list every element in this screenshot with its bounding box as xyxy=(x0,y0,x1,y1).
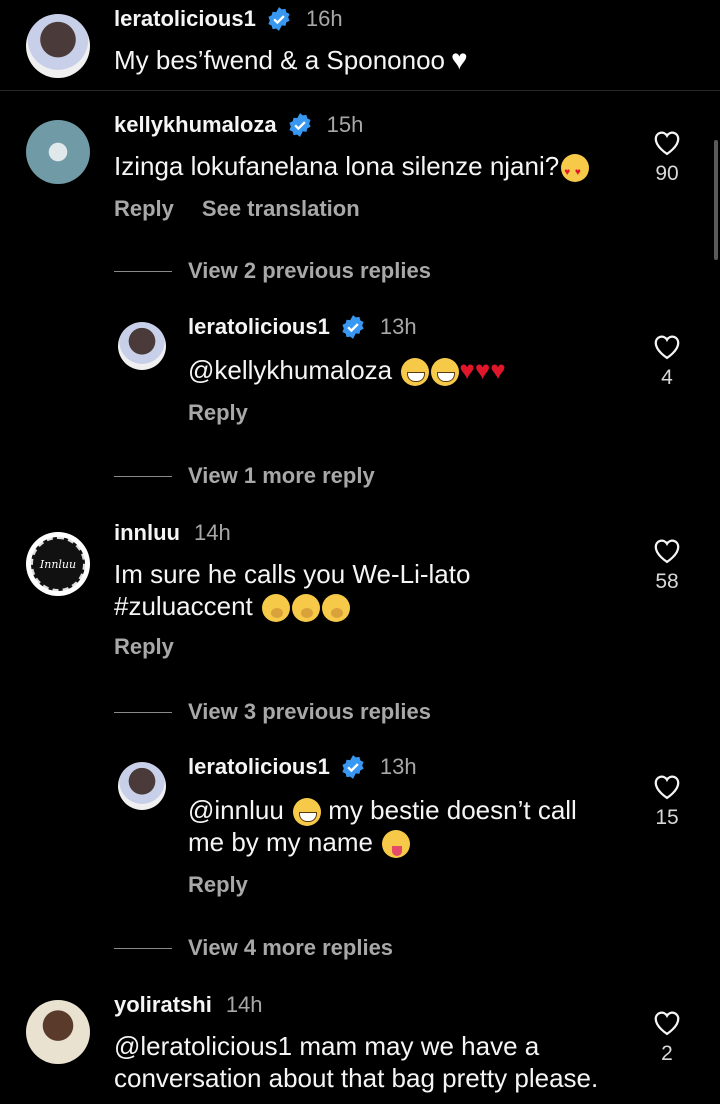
verified-badge-icon xyxy=(289,113,311,137)
avatar[interactable] xyxy=(26,1000,90,1064)
heart-outline-icon xyxy=(654,775,680,800)
comment-text-line1: my bestie doesn’t call xyxy=(328,795,577,825)
avatar[interactable] xyxy=(118,762,166,810)
divider-line xyxy=(114,270,172,272)
username[interactable]: leratolicious1 xyxy=(188,754,330,780)
reply-button[interactable]: Reply xyxy=(114,634,174,660)
yawning-emoji xyxy=(262,594,290,623)
username[interactable]: leratolicious1 xyxy=(188,314,330,340)
winking-tongue-emoji xyxy=(382,830,411,859)
timestamp: 13h xyxy=(379,314,417,339)
like-count: 58 xyxy=(655,570,679,593)
reply-button[interactable]: Reply xyxy=(188,400,248,426)
timestamp: 14h xyxy=(225,992,263,1017)
heart-outline-icon xyxy=(654,1011,680,1036)
like-count: 90 xyxy=(655,162,679,185)
view-replies-label[interactable]: View 3 previous replies xyxy=(188,699,431,725)
mention-link[interactable]: @innluu xyxy=(188,795,284,825)
heart-eyes-emoji xyxy=(561,154,590,189)
laughing-emoji xyxy=(293,798,322,827)
timestamp: 16h xyxy=(305,6,343,31)
white-heart-emoji: ♥ xyxy=(451,44,468,75)
like-button[interactable]: 90 xyxy=(637,128,697,186)
username[interactable]: yoliratshi xyxy=(114,992,212,1018)
mention-link[interactable]: @kellykhumaloza xyxy=(188,355,392,385)
laughing-emoji xyxy=(401,358,430,387)
avatar[interactable]: Innluu xyxy=(26,532,90,596)
reply-button[interactable]: Reply xyxy=(114,196,174,222)
like-button[interactable]: 4 xyxy=(637,332,697,390)
comment-text: Izinga lokufanelana lona silenze njani? xyxy=(114,151,560,181)
verified-badge-icon xyxy=(342,315,364,339)
avatar-logo: Innluu xyxy=(31,537,85,591)
reply-button[interactable]: Reply xyxy=(188,872,248,898)
like-button[interactable]: 58 xyxy=(637,536,697,594)
view-previous-replies[interactable]: View 2 previous replies xyxy=(114,258,431,284)
view-previous-replies[interactable]: View 3 previous replies xyxy=(114,699,431,725)
like-button[interactable]: 2 xyxy=(637,1008,697,1066)
timestamp: 13h xyxy=(379,754,417,779)
heart-outline-icon xyxy=(654,131,680,156)
red-heart-emoji: ♥ xyxy=(474,355,491,385)
divider-line xyxy=(114,947,172,949)
timestamp: 14h xyxy=(193,520,231,545)
red-heart-emoji: ♥ xyxy=(459,355,475,385)
comment-text-line1: Im sure he calls you We-Li-lato xyxy=(114,559,471,589)
like-count: 2 xyxy=(661,1042,673,1065)
scrollbar[interactable] xyxy=(714,140,718,260)
avatar-logo-text: Innluu xyxy=(39,557,77,571)
heart-outline-icon xyxy=(654,335,680,360)
like-count: 15 xyxy=(655,806,679,829)
heart-outline-icon xyxy=(654,539,680,564)
view-more-replies[interactable]: View 1 more reply xyxy=(114,463,375,489)
like-button[interactable]: 15 xyxy=(637,772,697,830)
avatar[interactable] xyxy=(26,14,90,78)
comment-text-line2: me by my name xyxy=(188,827,373,858)
like-count: 4 xyxy=(661,366,673,389)
see-translation-button[interactable]: See translation xyxy=(202,196,360,222)
comment-text: My bes’fwend & a Spononoo xyxy=(114,45,445,75)
yawning-emoji xyxy=(292,594,320,623)
comment-text-line1: @leratolicious1 mam may we have a xyxy=(114,1031,540,1061)
yawning-emoji xyxy=(322,594,350,623)
avatar[interactable] xyxy=(118,322,166,370)
username[interactable]: leratolicious1 xyxy=(114,6,256,32)
verified-badge-icon xyxy=(342,755,364,779)
comment-text-line2: conversation about that bag pretty pleas… xyxy=(114,1063,599,1093)
username[interactable]: innluu xyxy=(114,520,180,546)
timestamp: 15h xyxy=(326,112,364,137)
avatar[interactable] xyxy=(26,120,90,184)
view-replies-label[interactable]: View 2 previous replies xyxy=(188,258,431,284)
view-replies-label[interactable]: View 4 more replies xyxy=(188,935,393,961)
username[interactable]: kellykhumaloza xyxy=(114,112,277,138)
divider xyxy=(0,90,720,91)
verified-badge-icon xyxy=(268,7,290,31)
red-heart-emoji: ♥ xyxy=(490,355,506,385)
hashtag-link[interactable]: #zuluaccent xyxy=(114,591,253,621)
view-replies-label[interactable]: View 1 more reply xyxy=(188,463,375,489)
laughing-emoji xyxy=(431,358,460,387)
divider-line xyxy=(114,711,172,713)
divider-line xyxy=(114,475,172,477)
view-more-replies[interactable]: View 4 more replies xyxy=(114,935,393,961)
